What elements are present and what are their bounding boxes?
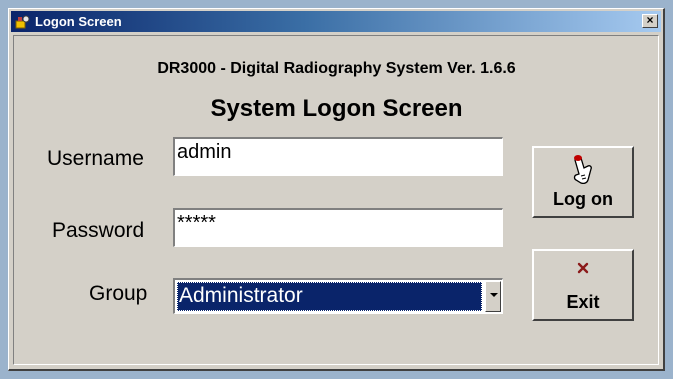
group-selected-value: Administrator xyxy=(177,282,482,311)
title-bar[interactable]: Logon Screen × xyxy=(11,11,661,32)
close-button[interactable]: × xyxy=(642,14,658,28)
password-label: Password xyxy=(52,219,145,242)
window-title: Logon Screen xyxy=(35,14,122,29)
x-mark-icon xyxy=(576,261,590,280)
exit-button[interactable]: Exit xyxy=(532,249,634,321)
logon-label: Log on xyxy=(553,189,613,209)
chevron-down-icon[interactable] xyxy=(485,281,501,312)
close-icon: × xyxy=(646,13,654,27)
page-title: System Logon Screen xyxy=(210,95,463,122)
group-label: Group xyxy=(89,282,148,305)
username-field[interactable]: admin xyxy=(173,137,503,176)
app-version-title: DR3000 - Digital Radiography System Ver.… xyxy=(157,60,516,77)
app-icon xyxy=(15,14,31,30)
logon-button[interactable]: Log on xyxy=(532,146,634,218)
password-field[interactable]: ***** xyxy=(173,208,503,247)
exit-label: Exit xyxy=(566,292,600,312)
group-select[interactable]: Administrator xyxy=(173,278,503,314)
username-label: Username xyxy=(47,147,144,170)
hand-pointer-icon xyxy=(568,154,598,191)
